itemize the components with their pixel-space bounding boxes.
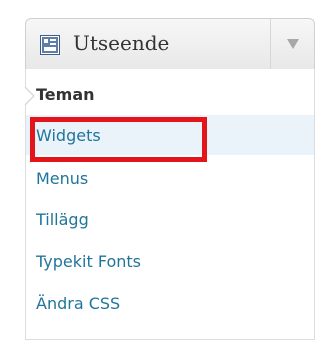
submenu-item-typekit-fonts[interactable]: Typekit Fonts <box>26 241 314 281</box>
annotation-highlight-box <box>30 117 207 162</box>
current-arrow-icon <box>25 87 35 105</box>
menu-header[interactable]: Utseende <box>25 18 315 70</box>
appearance-menu: Utseende Teman Widgets Menus Tillägg Typ… <box>25 18 317 340</box>
appearance-icon <box>40 35 60 55</box>
submenu-item-tillagg[interactable]: Tillägg <box>26 199 314 239</box>
submenu-item-andra-css[interactable]: Ändra CSS <box>26 283 314 323</box>
submenu-item-label: Teman <box>36 85 95 104</box>
submenu: Teman Widgets Menus Tillägg Typekit Font… <box>25 69 315 340</box>
submenu-item-label: Typekit Fonts <box>36 252 141 271</box>
triangle-down-icon <box>287 39 299 49</box>
submenu-item-teman[interactable]: Teman <box>25 69 314 109</box>
menu-toggle-button[interactable] <box>271 19 315 69</box>
submenu-item-label: Tillägg <box>36 210 89 229</box>
submenu-item-menus[interactable]: Menus <box>26 158 314 198</box>
submenu-item-label: Ändra CSS <box>36 294 121 313</box>
submenu-item-label: Menus <box>36 169 89 188</box>
menu-title: Utseende <box>73 31 170 55</box>
